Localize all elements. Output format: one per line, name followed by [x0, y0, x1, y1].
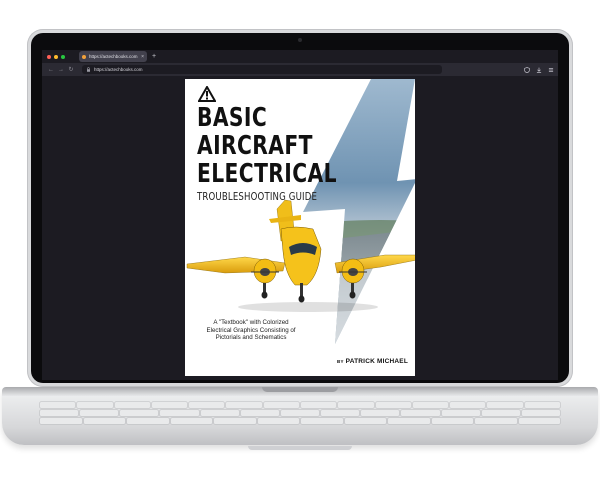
close-tab-icon[interactable]: × [141, 54, 144, 60]
address-bar[interactable] [82, 65, 442, 74]
close-window-button[interactable] [47, 54, 51, 59]
url-input[interactable] [94, 67, 294, 72]
title-line-1: BASIC [197, 103, 268, 133]
window-controls [47, 54, 65, 59]
menu-icon[interactable] [548, 67, 554, 73]
book-cover: BASIC AIRCRAFT ELECTRICAL TROUBLESHOOTIN… [185, 79, 415, 376]
browser-tab[interactable]: https://actechbooks.com × [79, 51, 147, 62]
new-tab-button[interactable]: + [152, 53, 156, 60]
camera-icon [298, 38, 302, 42]
author-name: PATRICK MICHAEL [345, 358, 408, 365]
back-button[interactable]: ← [46, 67, 56, 73]
favicon-icon [82, 54, 86, 59]
reload-button[interactable]: ↻ [66, 66, 76, 73]
minimize-window-button[interactable] [54, 54, 58, 59]
tab-title: https://actechbooks.com [89, 54, 138, 59]
book-author: BY PATRICK MICHAEL [337, 358, 408, 365]
forward-button[interactable]: → [56, 67, 66, 73]
title-line-2: AIRCRAFT [197, 131, 313, 161]
book-title: BASIC AIRCRAFT ELECTRICAL [197, 104, 337, 188]
browser-tab-strip: https://actechbooks.com × + [42, 50, 558, 63]
download-icon[interactable] [536, 67, 542, 73]
book-tagline: A "Textbook" with Colorized Electrical G… [206, 319, 296, 342]
zoom-window-button[interactable] [61, 54, 65, 59]
book-subtitle: TROUBLESHOOTING GUIDE [197, 190, 318, 203]
toolbar-actions [524, 66, 554, 73]
trackpad [248, 446, 352, 450]
laptop-screen: https://actechbooks.com × + ← → ↻ https:… [42, 50, 558, 380]
keyboard [40, 402, 561, 436]
browser-navigation-bar: ← → ↻ [42, 63, 558, 76]
shield-icon[interactable] [524, 66, 530, 73]
lock-icon [87, 67, 90, 72]
title-line-3: ELECTRICAL [197, 159, 337, 189]
author-prefix: BY [337, 359, 344, 364]
warning-icon [198, 86, 216, 102]
lid-notch [262, 387, 338, 392]
document-viewer[interactable]: BASIC AIRCRAFT ELECTRICAL TROUBLESHOOTIN… [42, 76, 558, 380]
